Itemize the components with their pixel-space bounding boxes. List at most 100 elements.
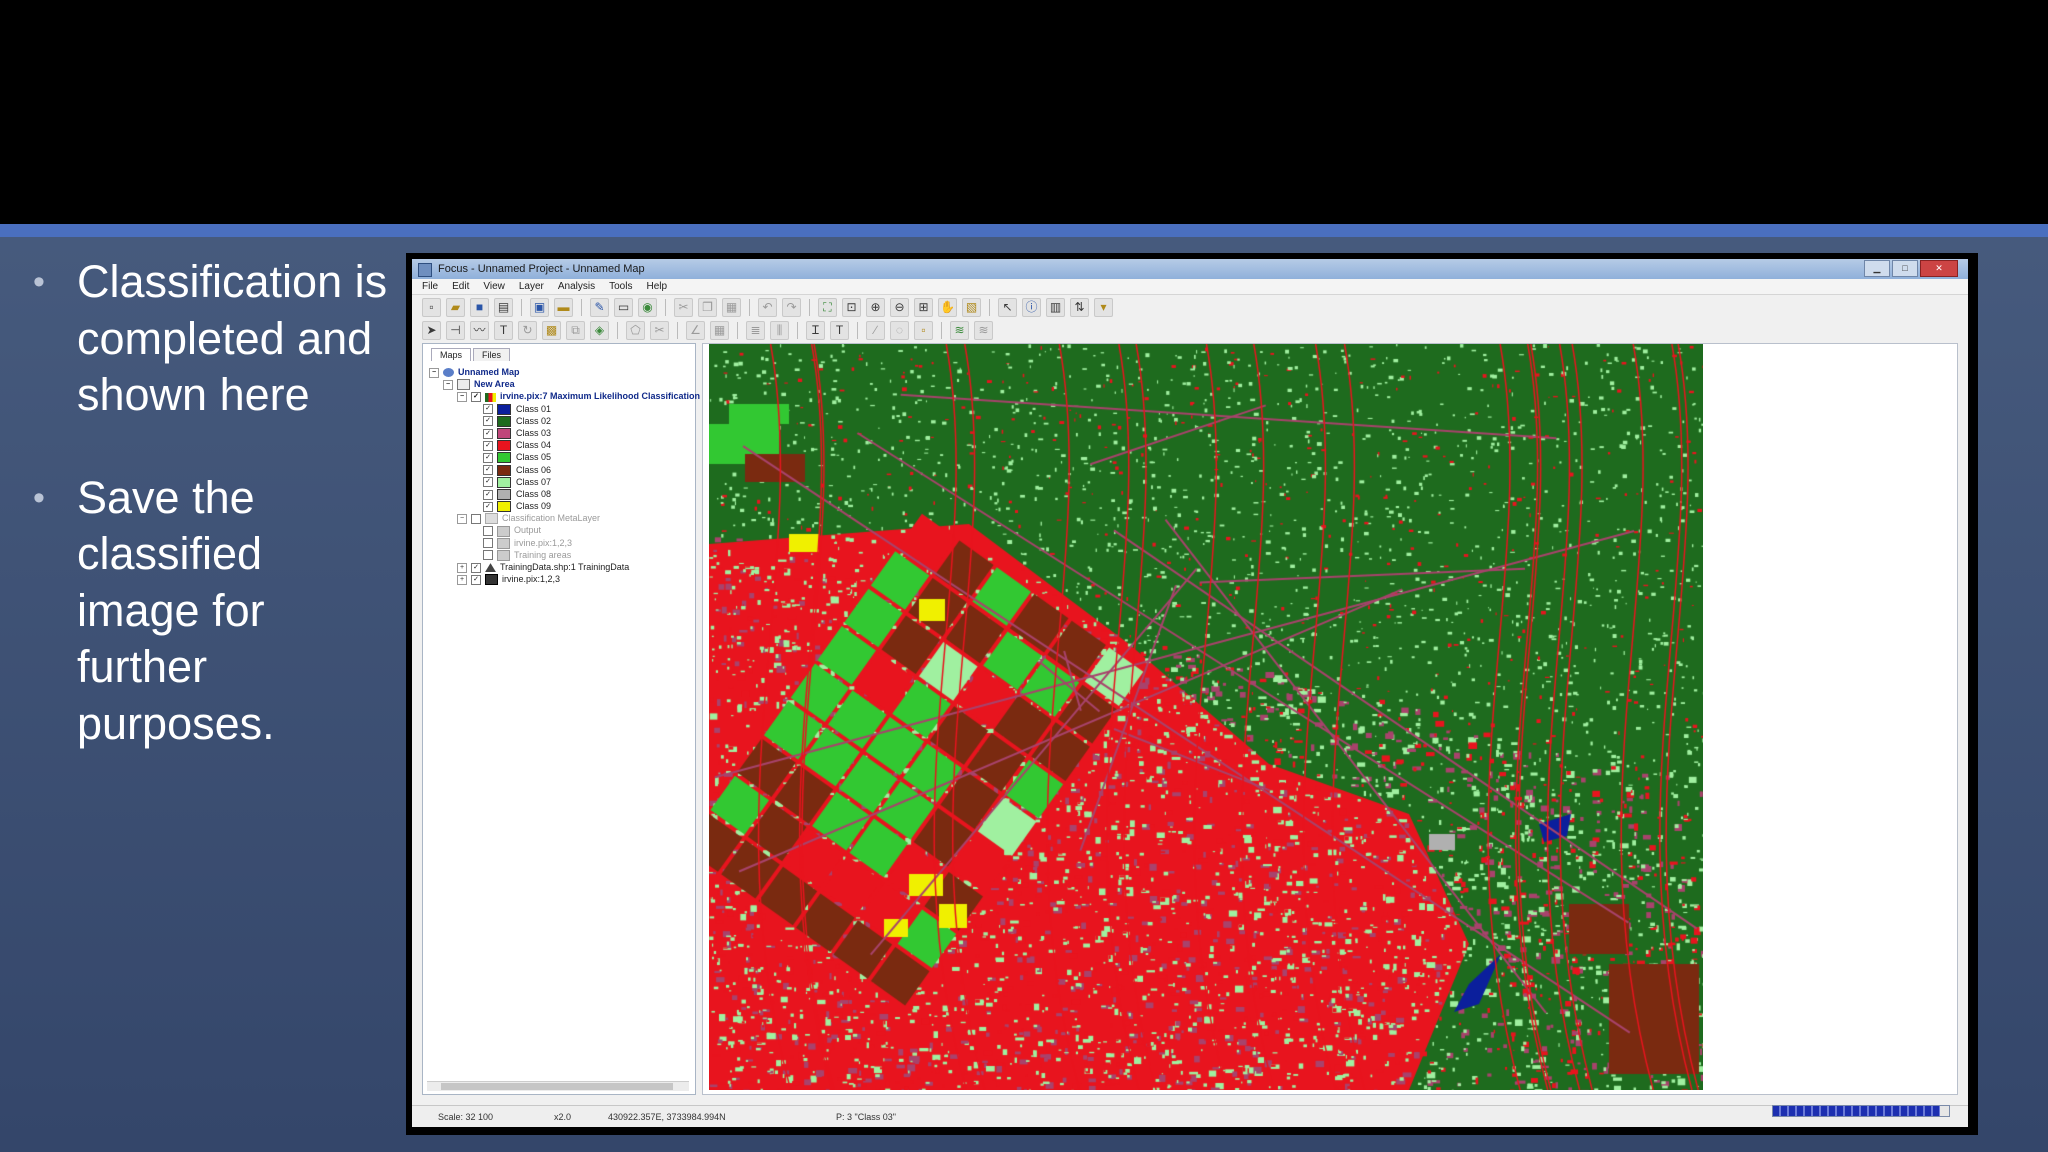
- layer-visibility-checkbox[interactable]: ✓: [471, 392, 481, 402]
- zoom-in-icon[interactable]: ⊕: [866, 297, 885, 317]
- tree-node-class[interactable]: ✓ Class 07: [429, 476, 693, 488]
- layer-visibility-checkbox[interactable]: [483, 526, 493, 537]
- tree-node-class[interactable]: ✓ Class 03: [429, 427, 693, 440]
- tree-node-classification-layer[interactable]: − ✓ irvine.pix:7 Maximum Likelihood Classi…: [429, 390, 700, 402]
- new-file-icon[interactable]: ▫: [422, 297, 441, 317]
- shape-tool-icon[interactable]: ▩: [542, 320, 561, 340]
- tree-node-metalayer[interactable]: − Classification MetaLayer: [429, 512, 693, 525]
- layer-visibility-checkbox[interactable]: ✓: [471, 574, 481, 585]
- undo-icon[interactable]: ↶: [758, 297, 777, 317]
- split-icon[interactable]: ✂: [650, 320, 669, 340]
- class-visibility-checkbox[interactable]: ✓: [483, 416, 493, 427]
- tree-node-class[interactable]: ✓ Class 01: [429, 403, 693, 415]
- window-icon[interactable]: ▭: [614, 297, 633, 317]
- symbol-icon[interactable]: ◌: [890, 320, 909, 340]
- collapse-icon[interactable]: −: [457, 513, 467, 524]
- menu-edit[interactable]: Edit: [452, 281, 469, 292]
- tree-node-training-layer[interactable]: + ✓ TrainingData.shp:1 TrainingData: [429, 561, 693, 573]
- line-color-icon[interactable]: ∠: [686, 320, 705, 340]
- expand-icon[interactable]: +: [457, 562, 467, 573]
- pan-hand-icon[interactable]: ✋: [938, 297, 957, 317]
- zoom-layer-icon[interactable]: ⊞: [914, 297, 933, 317]
- table-icon[interactable]: ▥: [1046, 297, 1065, 317]
- fill-color-icon[interactable]: ▦: [710, 320, 729, 340]
- toc-horizontal-scrollbar[interactable]: [427, 1081, 689, 1091]
- polygon-icon[interactable]: ⬠: [626, 320, 645, 340]
- info-icon[interactable]: ⓘ: [1022, 297, 1041, 317]
- layer-visibility-checkbox[interactable]: [483, 538, 493, 549]
- collapse-icon[interactable]: −: [429, 367, 439, 378]
- collapse-icon[interactable]: −: [457, 392, 467, 402]
- text-size-icon[interactable]: T: [830, 320, 849, 340]
- select-arrow-icon[interactable]: ➤: [422, 320, 441, 340]
- zoom-out-icon[interactable]: ⊖: [890, 297, 909, 317]
- save-icon[interactable]: ■: [470, 297, 489, 317]
- menu-file[interactable]: File: [422, 281, 438, 292]
- tree-node-class[interactable]: ✓ Class 06: [429, 464, 693, 476]
- cut-icon[interactable]: ✂: [674, 297, 693, 317]
- draw-line-icon[interactable]: 〰: [470, 320, 489, 340]
- rotate-icon[interactable]: ↻: [518, 320, 537, 340]
- tab-files[interactable]: Files: [473, 348, 511, 361]
- expand-icon[interactable]: +: [457, 574, 467, 585]
- menu-help[interactable]: Help: [646, 281, 667, 292]
- text-tool-icon[interactable]: T: [494, 320, 513, 340]
- align-icon[interactable]: ≣: [746, 320, 765, 340]
- fill-icon[interactable]: ◈: [590, 320, 609, 340]
- layout-view-icon[interactable]: ▬: [554, 297, 573, 317]
- class-visibility-checkbox[interactable]: ✓: [483, 465, 493, 476]
- map-view-icon[interactable]: ▣: [530, 297, 549, 317]
- map-view[interactable]: [702, 343, 1958, 1095]
- tab-maps[interactable]: Maps: [431, 348, 472, 361]
- tree-node-meta-item[interactable]: Training areas: [429, 549, 693, 561]
- database-icon[interactable]: ◉: [638, 297, 657, 317]
- open-folder-icon[interactable]: ▰: [446, 297, 465, 317]
- class-visibility-checkbox[interactable]: ✓: [483, 489, 493, 500]
- tree-node-map[interactable]: − Unnamed Map: [429, 366, 693, 378]
- collapse-icon[interactable]: −: [443, 379, 453, 390]
- full-extent-icon[interactable]: ⛶: [818, 297, 837, 317]
- distribute-icon[interactable]: ⫼: [770, 320, 789, 340]
- pointer-tool-icon[interactable]: ↖: [998, 297, 1017, 317]
- tree-node-class[interactable]: ✓ Class 04: [429, 439, 693, 452]
- vertex-tool-icon[interactable]: ⊣: [446, 320, 465, 340]
- class-visibility-checkbox[interactable]: ✓: [483, 440, 493, 451]
- scrollbar-thumb[interactable]: [441, 1083, 673, 1090]
- print-icon[interactable]: ▤: [494, 297, 513, 317]
- layer-visibility-checkbox[interactable]: [483, 550, 493, 561]
- line-style-icon[interactable]: ∕: [866, 320, 885, 340]
- sort-icon[interactable]: ⇅: [1070, 297, 1089, 317]
- tree-node-raster-layer[interactable]: + ✓ irvine.pix:1,2,3: [429, 573, 693, 586]
- class-visibility-checkbox[interactable]: ✓: [483, 452, 493, 463]
- maximize-icon[interactable]: □: [1892, 260, 1918, 277]
- copy-icon[interactable]: ❐: [698, 297, 717, 317]
- class-visibility-checkbox[interactable]: ✓: [483, 404, 493, 415]
- class-visibility-checkbox[interactable]: ✓: [483, 501, 493, 512]
- classified-image[interactable]: [709, 344, 1703, 1090]
- zoom-box-icon[interactable]: ⊡: [842, 297, 861, 317]
- edit-pencil-icon[interactable]: ✎: [590, 297, 609, 317]
- layer-visibility-checkbox[interactable]: ✓: [471, 562, 481, 573]
- title-bar[interactable]: Focus - Unnamed Project - Unnamed Map ▁ …: [412, 259, 1968, 279]
- menu-layer[interactable]: Layer: [519, 281, 544, 292]
- layer-visibility-checkbox[interactable]: [471, 513, 481, 524]
- tree-node-class[interactable]: ✓ Class 09: [429, 500, 693, 513]
- minimize-icon[interactable]: ▁: [1864, 260, 1890, 277]
- tools-dropdown-icon[interactable]: ▾: [1094, 297, 1113, 317]
- close-icon[interactable]: ✕: [1920, 260, 1958, 277]
- layers-stack-icon[interactable]: ≋: [974, 320, 993, 340]
- menu-analysis[interactable]: Analysis: [558, 281, 595, 292]
- tree-node-class[interactable]: ✓ Class 08: [429, 488, 693, 500]
- tree-node-area[interactable]: − New Area: [429, 378, 693, 391]
- overview-icon[interactable]: ▧: [962, 297, 981, 317]
- menu-view[interactable]: View: [483, 281, 505, 292]
- redo-icon[interactable]: ↷: [782, 297, 801, 317]
- paste-icon[interactable]: ▦: [722, 297, 741, 317]
- menu-tools[interactable]: Tools: [609, 281, 632, 292]
- marker-icon[interactable]: ▫: [914, 320, 933, 340]
- class-visibility-checkbox[interactable]: ✓: [483, 428, 493, 439]
- class-visibility-checkbox[interactable]: ✓: [483, 477, 493, 488]
- tree-node-meta-item[interactable]: Output: [429, 524, 693, 537]
- group-icon[interactable]: ⧉: [566, 320, 585, 340]
- font-icon[interactable]: Ɪ: [806, 320, 825, 340]
